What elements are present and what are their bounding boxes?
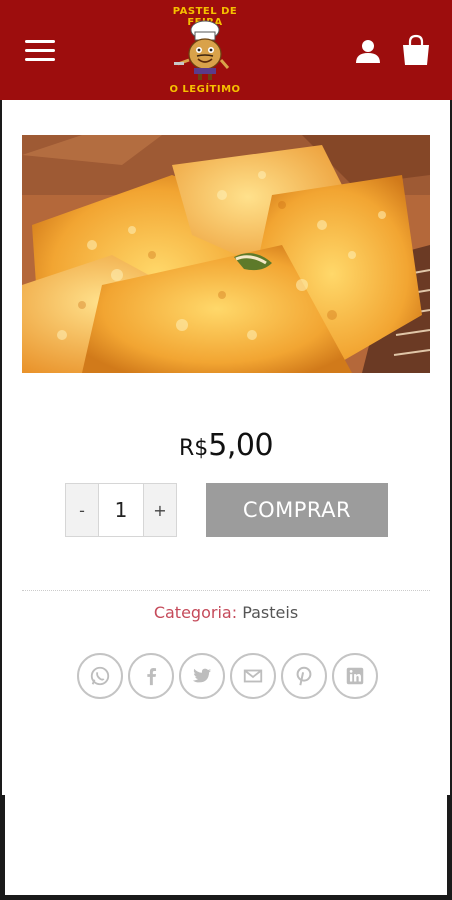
email-icon[interactable] <box>230 653 276 699</box>
share-buttons <box>77 653 378 699</box>
price-currency: R$ <box>178 436 209 461</box>
quantity-decrement-button[interactable]: - <box>66 484 98 536</box>
divider <box>22 590 430 591</box>
page-bottom-area <box>5 795 447 895</box>
shopping-bag-icon[interactable] <box>400 34 432 66</box>
category-label: Categoria: <box>153 603 238 622</box>
whatsapp-icon[interactable] <box>77 653 123 699</box>
user-icon[interactable] <box>355 38 381 64</box>
pinterest-icon[interactable] <box>281 653 327 699</box>
product-image[interactable] <box>22 135 430 373</box>
site-logo[interactable]: PASTEL DE FEIRA O LEGÍTIMO <box>160 2 250 98</box>
price-amount: 5,00 <box>208 428 274 463</box>
twitter-icon[interactable] <box>179 653 225 699</box>
category-link[interactable]: Pasteis <box>242 603 298 622</box>
product-price: R$5,00 <box>0 428 452 463</box>
product-category: Categoria: Pasteis <box>0 603 452 622</box>
pastel-photo <box>22 135 430 373</box>
hamburger-menu-icon[interactable] <box>25 38 55 62</box>
quantity-increment-button[interactable]: + <box>144 484 176 536</box>
quantity-input[interactable]: 1 <box>98 484 144 536</box>
facebook-icon[interactable] <box>128 653 174 699</box>
site-header: PASTEL DE FEIRA O LEGÍTIMO <box>0 0 452 100</box>
quantity-stepper: - 1 + <box>65 483 177 537</box>
logo-bottom-text: O LEGÍTIMO <box>169 84 241 95</box>
linkedin-icon[interactable] <box>332 653 378 699</box>
buy-button[interactable]: COMPRAR <box>206 483 388 537</box>
